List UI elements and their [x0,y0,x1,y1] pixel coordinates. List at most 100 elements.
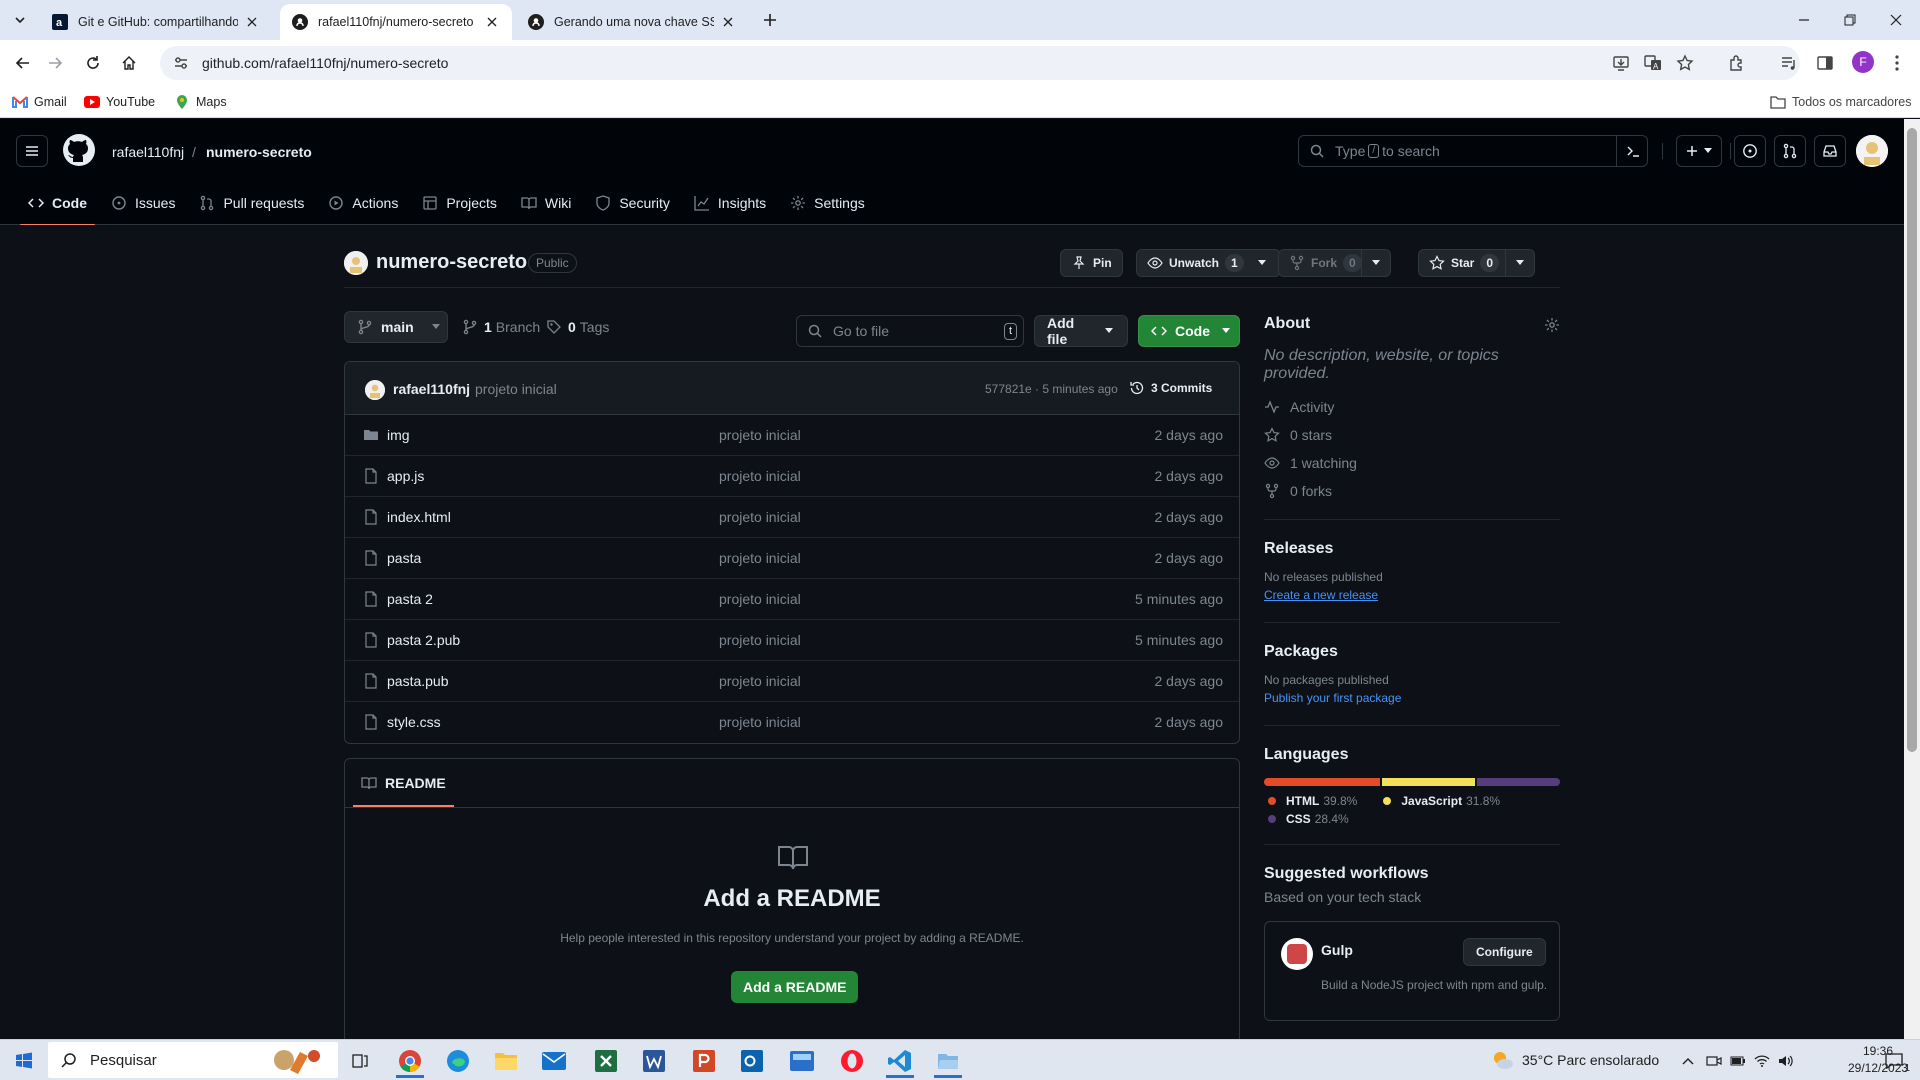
close-window-icon[interactable] [1884,8,1908,32]
owner-avatar[interactable] [344,251,368,275]
file-commit-message[interactable]: projeto inicial [719,468,801,484]
tab-issues[interactable]: Issues [103,181,183,225]
commit-author-avatar[interactable] [365,380,385,400]
kebab-menu-icon[interactable] [1886,52,1908,74]
bookmark-maps[interactable]: Maps [174,92,227,112]
extensions-icon[interactable] [1726,52,1748,74]
browser-tab-github-repo[interactable]: rafael110fnj/numero-secreto [280,4,512,40]
file-row[interactable]: img projeto inicial 2 days ago [345,415,1239,456]
close-tab-icon[interactable] [484,14,500,30]
vscode-icon[interactable] [882,1044,918,1078]
file-row[interactable]: pasta 2.pub projeto inicial 5 minutes ag… [345,620,1239,661]
breadcrumb-repo[interactable]: numero-secreto [206,144,312,160]
file-explorer-icon[interactable] [488,1044,524,1078]
fork-button[interactable]: Fork 0 [1278,249,1362,277]
code-dropdown-button[interactable]: Code [1138,315,1240,347]
file-row[interactable]: pasta 2 projeto inicial 5 minutes ago [345,579,1239,620]
reload-icon[interactable] [80,50,106,76]
pin-button[interactable]: Pin [1060,249,1123,277]
repo-name[interactable]: numero-secreto [376,251,527,274]
activity-link[interactable]: Activity [1264,399,1560,415]
chrome-taskbar-icon[interactable] [392,1044,428,1078]
commit-hash-time[interactable]: 577821e · 5 minutes ago [985,382,1118,396]
new-tab-icon[interactable] [758,8,782,32]
tab-insights[interactable]: Insights [686,181,774,225]
file-commit-message[interactable]: projeto inicial [719,673,801,689]
branch-select[interactable]: main [344,311,448,343]
configure-button[interactable]: Configure [1463,938,1546,966]
github-logo-icon[interactable] [62,133,96,167]
gear-icon[interactable] [1544,317,1560,333]
file-row[interactable]: app.js projeto inicial 2 days ago [345,456,1239,497]
file-name[interactable]: img [387,427,410,443]
windows-start-icon[interactable] [6,1044,42,1078]
language-item[interactable]: HTML 39.8% [1264,794,1357,808]
close-tab-icon[interactable] [720,14,736,30]
breadcrumb-owner[interactable]: rafael110fnj [112,144,184,160]
bookmark-gmail[interactable]: Gmail [12,92,67,112]
packages-heading[interactable]: Packages [1264,643,1560,661]
file-commit-message[interactable]: projeto inicial [719,714,801,730]
tab-projects[interactable]: Projects [414,181,505,225]
global-search-input[interactable]: Type / to search [1298,135,1648,167]
file-name[interactable]: app.js [387,468,424,484]
volume-icon[interactable] [1774,1044,1798,1078]
tab-wiki[interactable]: Wiki [513,181,579,225]
pull-requests-icon[interactable] [1774,135,1806,167]
tab-code[interactable]: Code [20,181,95,226]
chevron-up-icon[interactable] [1676,1044,1700,1078]
file-commit-message[interactable]: projeto inicial [719,550,801,566]
address-bar[interactable]: github.com/rafael110fnj/numero-secreto [160,46,1800,80]
file-name[interactable]: pasta 2.pub [387,632,460,648]
home-icon[interactable] [116,50,142,76]
minimize-icon[interactable] [1792,8,1816,32]
close-tab-icon[interactable] [244,14,260,30]
commit-message[interactable]: projeto inicial [475,381,557,397]
file-name[interactable]: index.html [387,509,451,525]
tab-search-chevron-icon[interactable] [8,8,32,32]
readme-tab[interactable]: README [353,759,454,807]
edge-taskbar-icon[interactable] [440,1044,476,1078]
file-commit-message[interactable]: projeto inicial [719,427,801,443]
tab-pull-requests[interactable]: Pull requests [191,181,312,225]
scrollbar-thumb[interactable] [1907,128,1917,752]
opera-icon[interactable] [834,1044,870,1078]
taskbar-search[interactable]: Pesquisar [48,1042,338,1078]
file-row[interactable]: pasta projeto inicial 2 days ago [345,538,1239,579]
battery-icon[interactable] [1726,1044,1750,1078]
watchers-link[interactable]: 1 watching [1264,455,1560,471]
all-bookmarks[interactable]: Todos os marcadores [1770,92,1912,112]
create-new-button[interactable] [1676,135,1722,167]
hamburger-menu-icon[interactable] [16,135,48,167]
file-name[interactable]: pasta [387,550,421,566]
forward-arrow-icon[interactable] [42,50,68,76]
file-row[interactable]: pasta.pub projeto inicial 2 days ago [345,661,1239,702]
file-row[interactable]: style.css projeto inicial 2 days ago [345,702,1239,743]
profile-avatar[interactable]: F [1852,51,1874,73]
commits-link[interactable]: 3 Commits [1129,380,1212,396]
file-commit-message[interactable]: projeto inicial [719,509,801,525]
releases-heading[interactable]: Releases [1264,540,1560,558]
translate-icon[interactable]: A [1642,52,1664,74]
browser-tab-ssh-docs[interactable]: Gerando uma nova chave SSH e [516,4,748,40]
stars-link[interactable]: 0 stars [1264,427,1560,443]
install-app-icon[interactable] [1610,52,1632,74]
back-arrow-icon[interactable] [10,50,36,76]
publish-package-link[interactable]: Publish your first package [1264,691,1560,705]
tab-security[interactable]: Security [587,181,678,225]
commit-author[interactable]: rafael110fnj [393,381,470,397]
calculator-app-icon[interactable] [784,1044,820,1078]
inbox-icon[interactable] [1814,135,1846,167]
go-to-file-input[interactable]: Go to file t [796,315,1024,347]
file-name[interactable]: style.css [387,714,441,730]
file-name[interactable]: pasta 2 [387,591,433,607]
language-item[interactable]: CSS 28.4% [1264,812,1349,826]
bookmark-star-icon[interactable] [1674,52,1696,74]
folder-app-icon[interactable] [930,1044,966,1078]
outlook-icon[interactable] [734,1044,770,1078]
star-dropdown[interactable] [1505,249,1535,277]
excel-icon[interactable] [588,1044,624,1078]
word-icon[interactable] [636,1044,672,1078]
browser-tab-alura[interactable]: a Git e GitHub: compartilhando e [40,4,272,40]
file-row[interactable]: index.html projeto inicial 2 days ago [345,497,1239,538]
